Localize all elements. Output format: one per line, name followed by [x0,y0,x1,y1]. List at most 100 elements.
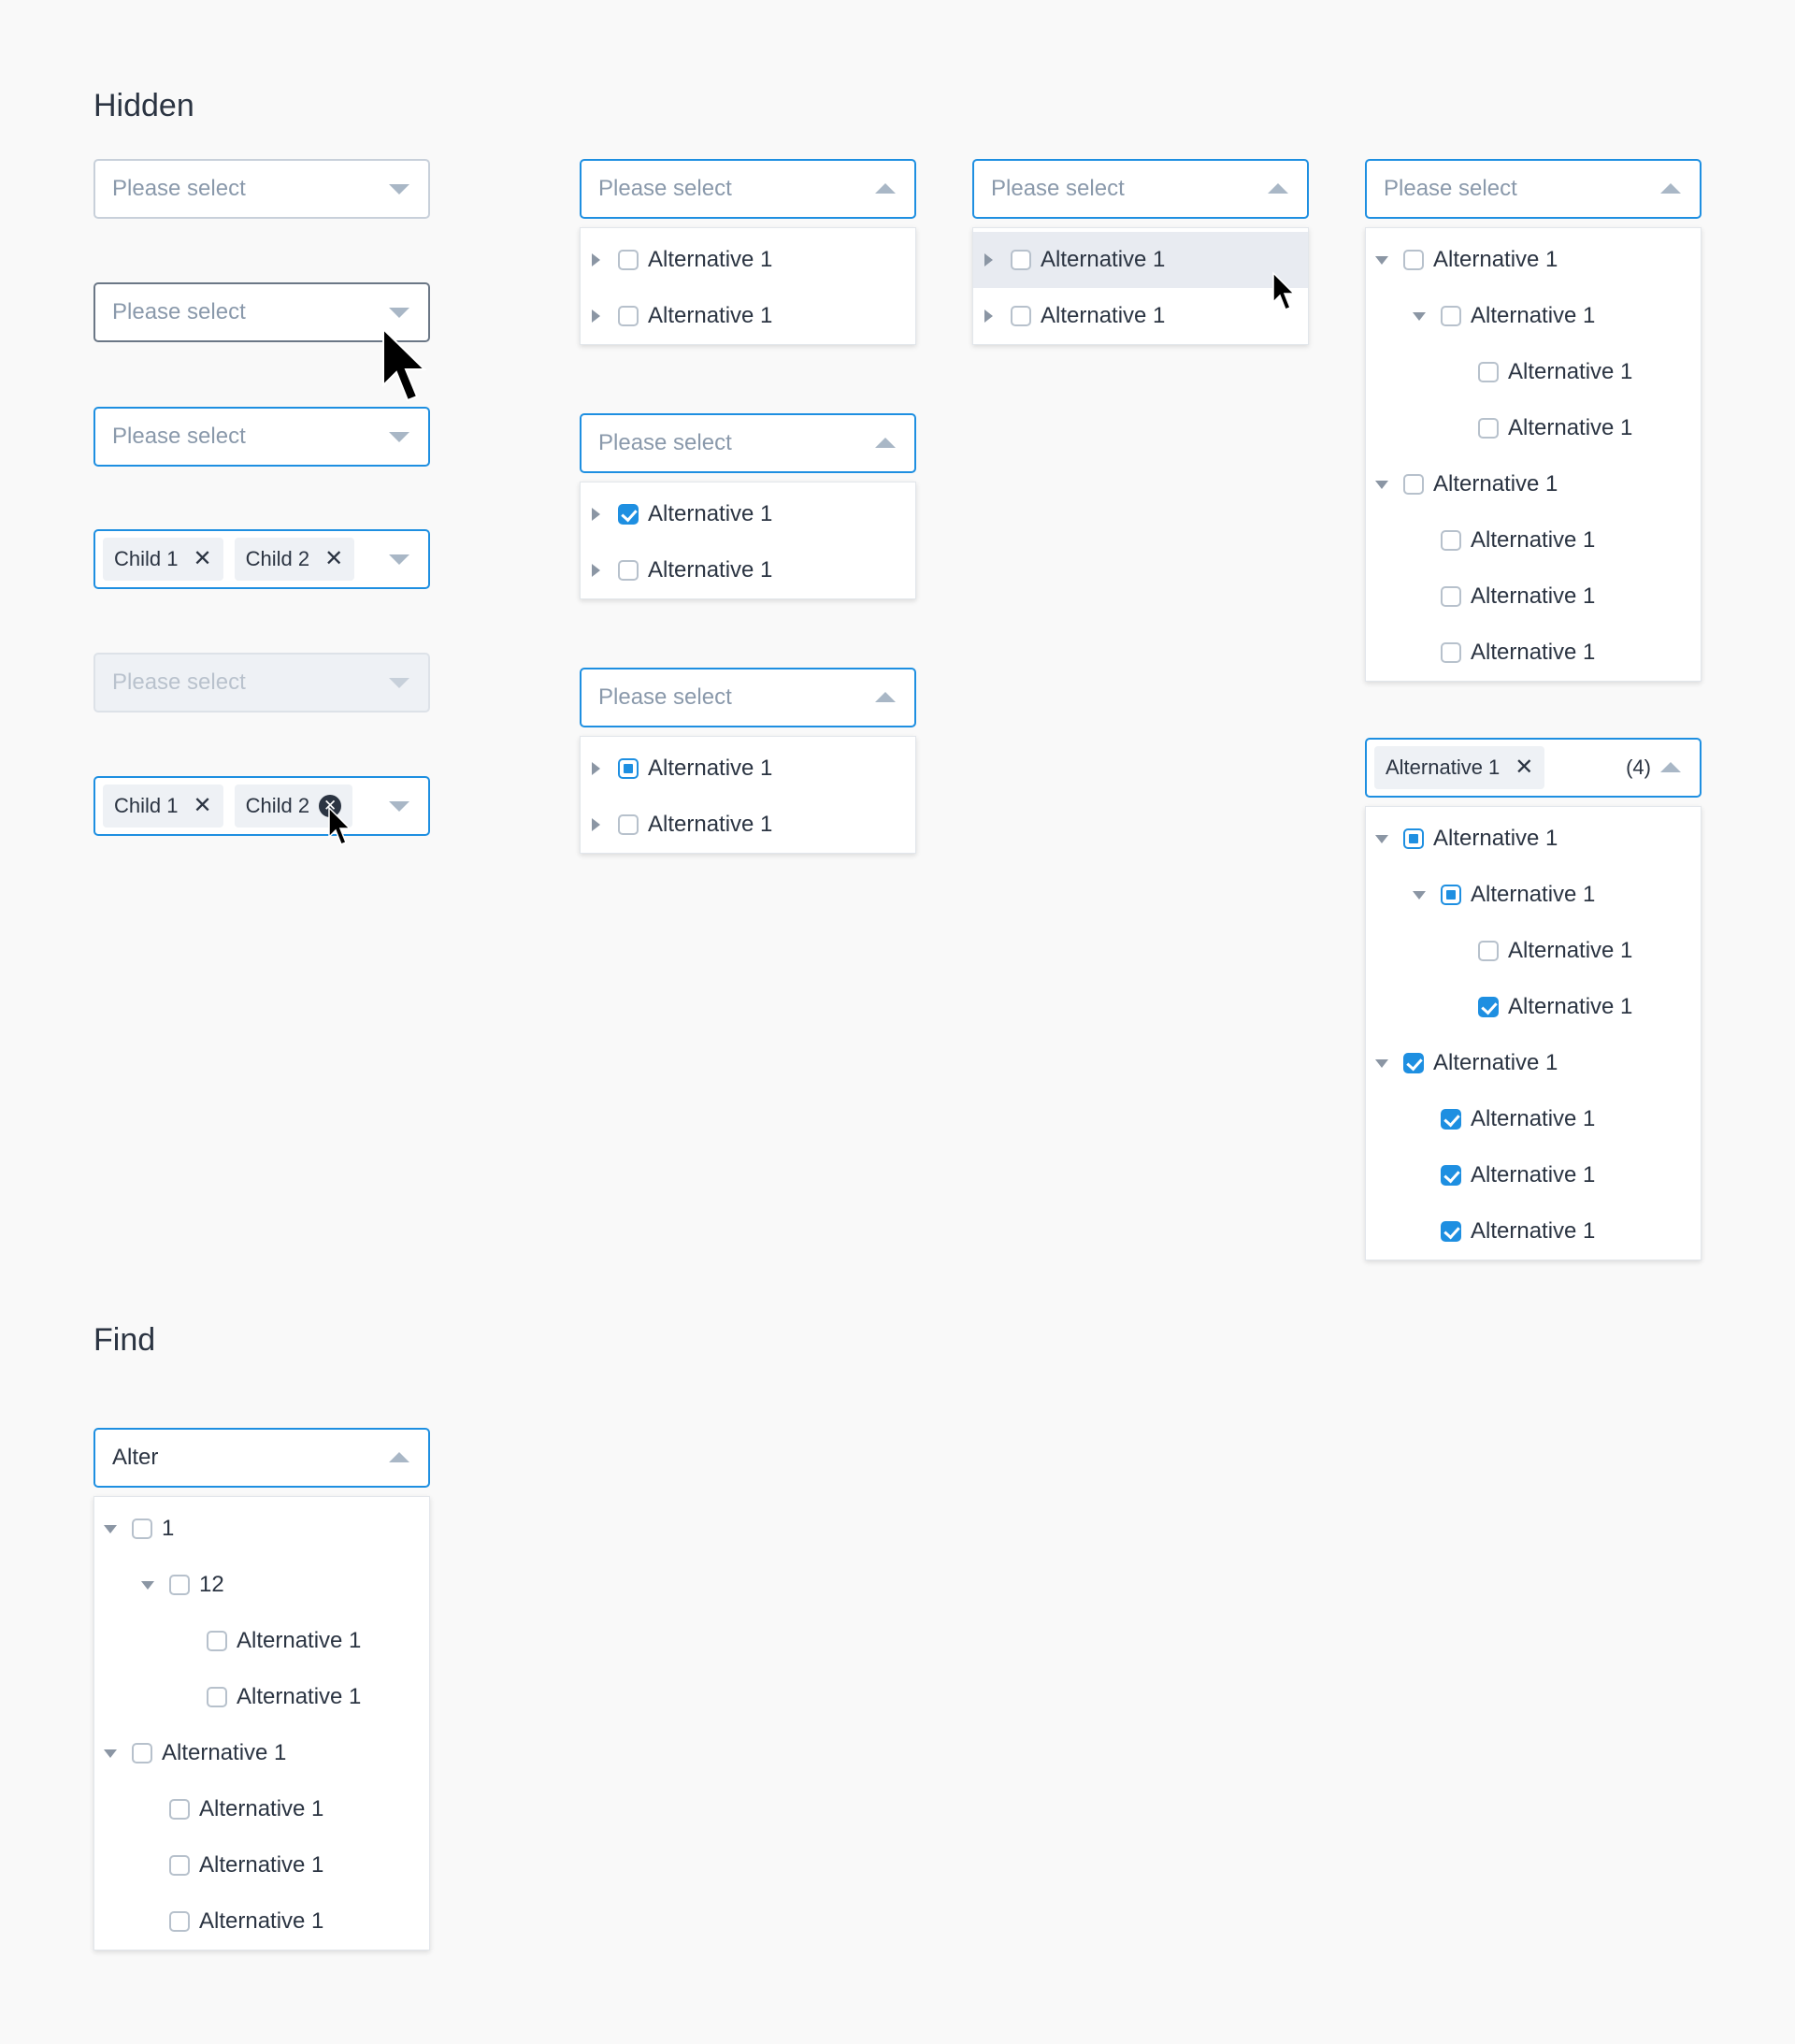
list-item[interactable]: Alternative 1 [581,741,915,797]
checkbox[interactable] [1441,530,1461,551]
checkbox-partial[interactable] [1403,828,1424,849]
caret-down-icon[interactable] [104,1524,117,1533]
checkbox-checked[interactable] [1441,1221,1461,1242]
checkbox[interactable] [1478,941,1499,961]
select-open-3[interactable]: Please select [580,668,916,727]
caret-down-icon[interactable] [1413,311,1426,321]
list-item[interactable]: Alternative 1 [581,797,915,853]
search-input-value[interactable]: Alter [112,1445,158,1471]
tree-node-level-2[interactable]: Alternative 1 [1366,288,1701,344]
checkbox[interactable] [1441,586,1461,607]
list-item[interactable]: Alternative 1 [581,232,915,288]
caret-right-icon[interactable] [592,309,600,323]
tree-node-level-2[interactable]: Alternative 1 [94,1837,429,1893]
caret-right-icon[interactable] [984,309,993,323]
tree-node-level-1[interactable]: Alternative 1 [1366,811,1701,867]
tree-node-level-2[interactable]: Alternative 1 [1366,569,1701,625]
select-tree-with-tag[interactable]: Alternative 1 ✕ (4) [1365,738,1702,798]
tree-node-level-3[interactable]: Alternative 1 [94,1613,429,1669]
select-focused[interactable]: Please select [93,407,430,467]
tree-node-level-1[interactable]: Alternative 1 [1366,1035,1701,1091]
close-icon[interactable]: ✕ [193,548,211,570]
checkbox[interactable] [1441,306,1461,326]
checkbox[interactable] [169,1799,190,1820]
checkbox[interactable] [1478,418,1499,439]
list-item[interactable]: Alternative 1 [581,542,915,598]
select-with-tags[interactable]: Child 1 ✕ Child 2 ✕ [93,529,430,589]
tree-node-level-2[interactable]: Alternative 1 [1366,867,1701,923]
tree-node-level-3[interactable]: Alternative 1 [1366,400,1701,456]
caret-right-icon[interactable] [592,818,600,831]
tree-node-level-3[interactable]: Alternative 1 [1366,923,1701,979]
checkbox[interactable] [618,250,639,270]
tree-node-level-2[interactable]: Alternative 1 [94,1893,429,1950]
tree-node-level-2[interactable]: Alternative 1 [1366,625,1701,681]
checkbox-checked[interactable] [1403,1053,1424,1073]
option-label: Alternative 1 [1508,359,1633,384]
checkbox[interactable] [1441,642,1461,663]
select-open-1[interactable]: Please select [580,159,916,219]
caret-down-icon[interactable] [104,1749,117,1758]
close-icon[interactable]: ✕ [324,548,343,570]
checkbox[interactable] [1011,250,1031,270]
select-search-input[interactable]: Alter [93,1428,430,1488]
tree-node-level-1[interactable]: Alternative 1 [1366,232,1701,288]
tree-node-level-1[interactable]: Alternative 1 [94,1725,429,1781]
caret-down-icon[interactable] [1375,480,1388,489]
close-icon[interactable]: ✕ [1515,756,1533,779]
checkbox-checked[interactable] [1441,1109,1461,1130]
select-open-hover[interactable]: Please select [972,159,1309,219]
checkbox-partial[interactable] [618,758,639,779]
caret-right-icon[interactable] [592,508,600,521]
close-icon[interactable]: ✕ [193,795,211,817]
list-item[interactable]: Alternative 1 [581,288,915,344]
checkbox[interactable] [169,1855,190,1876]
tree-node-level-2[interactable]: Alternative 1 [94,1781,429,1837]
tree-node-level-2[interactable]: Alternative 1 [1366,1091,1701,1147]
list-item[interactable]: Alternative 1 [581,486,915,542]
tree-node-level-3[interactable]: Alternative 1 [1366,979,1701,1035]
list-item[interactable]: Alternative 1 [973,288,1308,344]
checkbox[interactable] [169,1911,190,1932]
select-open-2[interactable]: Please select [580,413,916,473]
checkbox[interactable] [1011,306,1031,326]
checkbox-partial[interactable] [1441,885,1461,905]
checkbox[interactable] [207,1687,227,1707]
caret-right-icon[interactable] [592,253,600,266]
caret-down-icon[interactable] [141,1580,154,1590]
checkbox-checked[interactable] [618,504,639,525]
checkbox[interactable] [169,1575,190,1595]
checkbox[interactable] [618,560,639,581]
tree-node-level-2[interactable]: Alternative 1 [1366,1203,1701,1260]
tree-node-level-3[interactable]: Alternative 1 [94,1669,429,1725]
checkbox-checked[interactable] [1478,997,1499,1017]
caret-right-icon[interactable] [592,762,600,775]
select-with-tags-hover-remove[interactable]: Child 1 ✕ Child 2 ✕ [93,776,430,836]
checkbox[interactable] [1403,474,1424,495]
checkbox[interactable] [132,1743,152,1763]
tree-node-level-1[interactable]: Alternative 1 [1366,456,1701,512]
tree-node-level-2[interactable]: 12 [94,1557,429,1613]
caret-right-icon[interactable] [592,564,600,577]
select-hover[interactable]: Please select [93,282,430,342]
caret-down-icon[interactable] [1375,1058,1388,1068]
checkbox[interactable] [618,814,639,835]
select-tree-open[interactable]: Please select [1365,159,1702,219]
checkbox[interactable] [1403,250,1424,270]
checkbox[interactable] [618,306,639,326]
tree-node-level-2[interactable]: Alternative 1 [1366,1147,1701,1203]
list-item-hover[interactable]: Alternative 1 [973,232,1308,288]
checkbox[interactable] [132,1519,152,1539]
checkbox[interactable] [1478,362,1499,382]
caret-down-icon[interactable] [1375,834,1388,843]
caret-right-icon[interactable] [984,253,993,266]
tree-node-level-1[interactable]: 1 [94,1501,429,1557]
select-placeholder: Please select [112,299,246,324]
checkbox-checked[interactable] [1441,1165,1461,1186]
tree-node-level-3[interactable]: Alternative 1 [1366,344,1701,400]
select-default[interactable]: Please select [93,159,430,219]
caret-down-icon[interactable] [1413,890,1426,900]
caret-down-icon[interactable] [1375,255,1388,265]
checkbox[interactable] [207,1631,227,1651]
tree-node-level-2[interactable]: Alternative 1 [1366,512,1701,569]
